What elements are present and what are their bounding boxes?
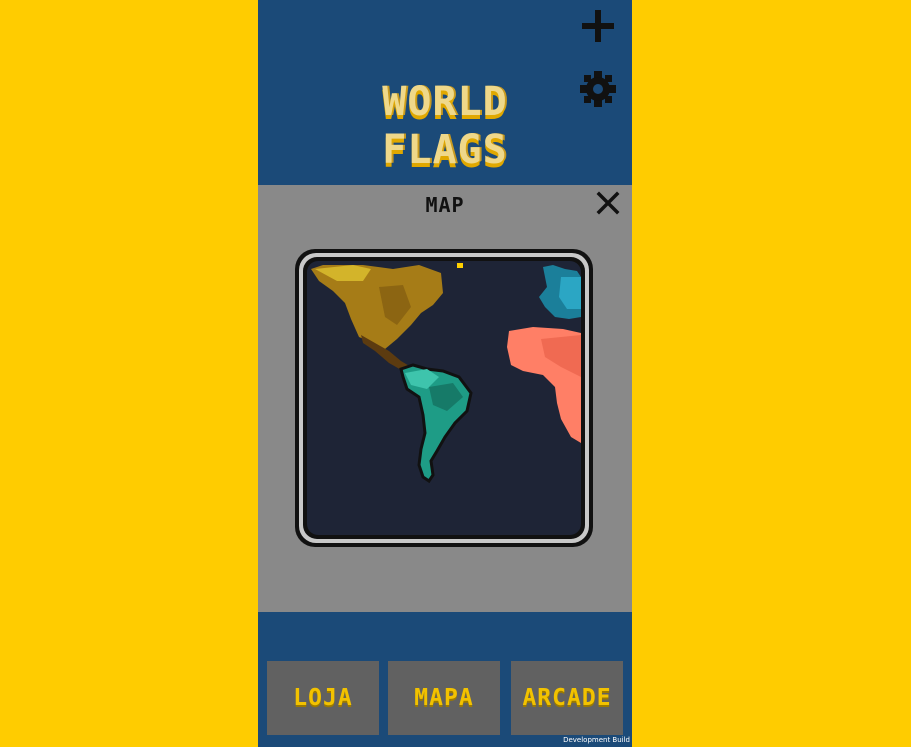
game-screen: WORLD FLAGS MAP LOJA MAPA ARCADE Develop… bbox=[258, 0, 632, 747]
add-button[interactable] bbox=[578, 6, 618, 46]
world-map[interactable] bbox=[293, 247, 595, 549]
close-button[interactable] bbox=[594, 189, 622, 217]
map-panel-title: MAP bbox=[425, 193, 465, 217]
dev-build-label: Development Build bbox=[563, 736, 630, 744]
game-title: WORLD FLAGS bbox=[258, 78, 632, 174]
arcade-button[interactable]: ARCADE bbox=[511, 661, 623, 735]
title-line-2: FLAGS bbox=[382, 127, 508, 173]
map-panel: MAP bbox=[258, 185, 632, 612]
plus-icon bbox=[582, 10, 614, 42]
map-button[interactable]: MAPA bbox=[388, 661, 500, 735]
title-line-1: WORLD bbox=[382, 79, 508, 125]
shop-button[interactable]: LOJA bbox=[267, 661, 379, 735]
close-icon bbox=[596, 191, 620, 215]
